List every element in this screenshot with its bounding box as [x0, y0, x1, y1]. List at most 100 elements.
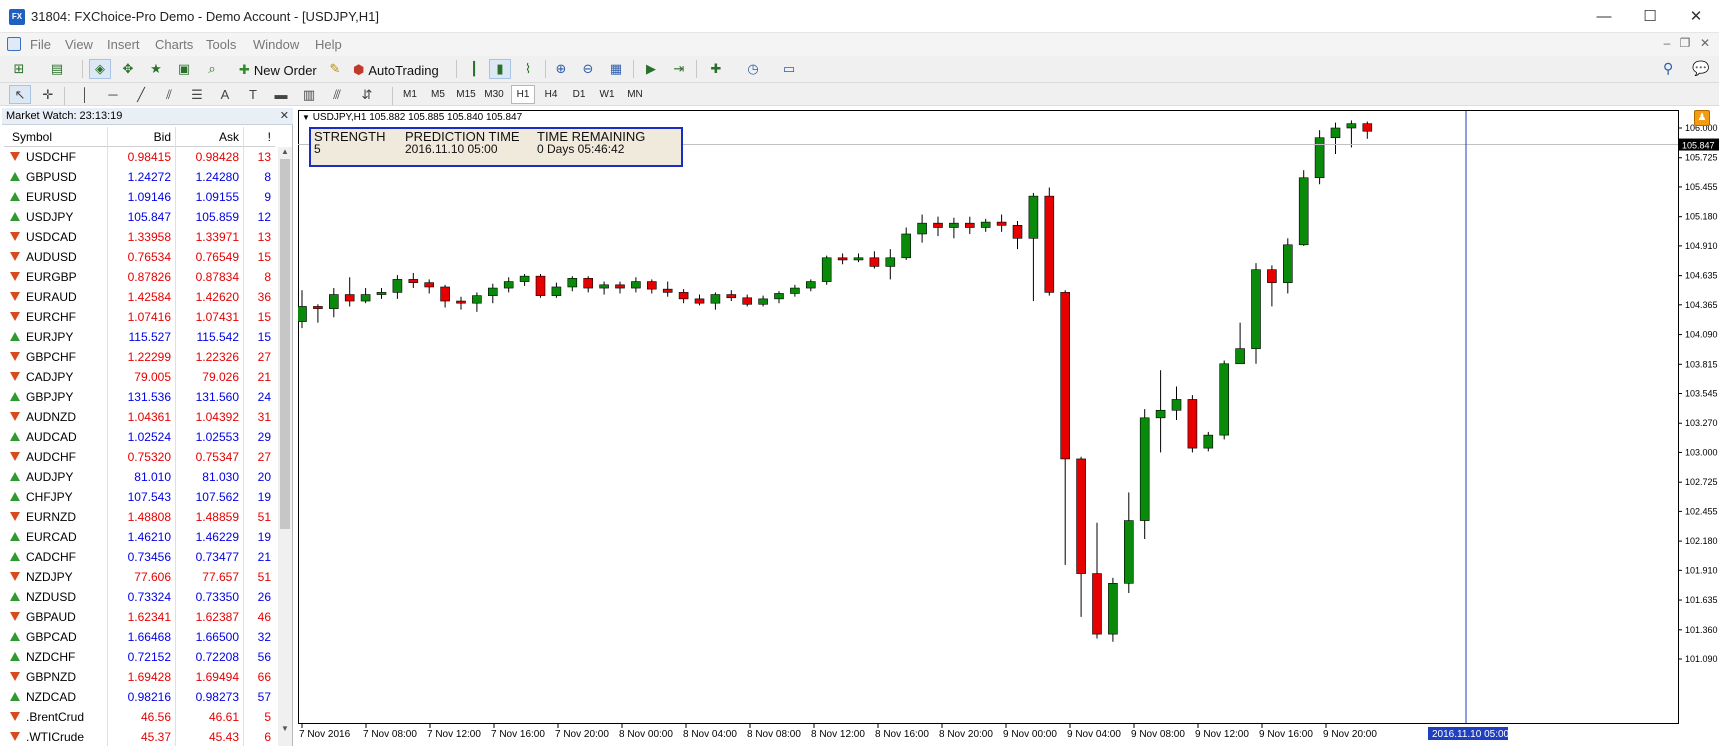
scrollbar-thumb[interactable]: [280, 159, 290, 529]
vertical-line-icon[interactable]: │: [74, 85, 96, 104]
market-watch-row[interactable]: GBPJPY 131.536 131.560 24: [4, 387, 275, 407]
market-watch-row[interactable]: EURJPY 115.527 115.542 15: [4, 327, 275, 347]
market-watch-row[interactable]: NZDUSD 0.73324 0.73350 26: [4, 587, 275, 607]
timeframe-m1[interactable]: M1: [398, 85, 422, 104]
auto-scroll-icon[interactable]: ▶: [640, 59, 662, 79]
trendline-icon[interactable]: ╱: [130, 85, 152, 104]
market-watch-row[interactable]: NZDCHF 0.72152 0.72208 56: [4, 647, 275, 667]
market-watch-row[interactable]: EURCHF 1.07416 1.07431 15: [4, 307, 275, 327]
autotrading-button[interactable]: ⬢ AutoTrading: [353, 60, 439, 80]
minimize-button[interactable]: —: [1581, 0, 1627, 33]
market-watch-row[interactable]: GBPAUD 1.62341 1.62387 46: [4, 607, 275, 627]
market-watch-row[interactable]: AUDUSD 0.76534 0.76549 15: [4, 247, 275, 267]
timeframe-d1[interactable]: D1: [567, 85, 591, 104]
market-watch-row[interactable]: USDCHF 0.98415 0.98428 13: [4, 147, 275, 167]
market-watch-row[interactable]: CADJPY 79.005 79.026 21: [4, 367, 275, 387]
timeframe-m15[interactable]: M15: [454, 85, 478, 104]
mdi-restore-icon[interactable]: ❐: [1676, 36, 1694, 50]
profiles-icon[interactable]: ▤: [46, 59, 68, 79]
market-watch-row[interactable]: .BrentCrud 46.56 46.61 5: [4, 707, 275, 727]
horizontal-line-icon[interactable]: ─: [102, 85, 124, 104]
trade-alert-icon[interactable]: ♟: [1694, 110, 1710, 126]
column-bid[interactable]: Bid: [108, 127, 176, 147]
arrows-icon[interactable]: ⇵: [356, 85, 378, 104]
scroll-down-icon[interactable]: ▼: [278, 724, 292, 736]
mdi-close-icon[interactable]: ✕: [1696, 36, 1714, 50]
chart-window-icon[interactable]: [7, 37, 21, 51]
zoom-out-icon[interactable]: ⊖: [577, 59, 599, 79]
gann-icon[interactable]: ▥: [298, 85, 320, 104]
market-watch-row[interactable]: AUDNZD 1.04361 1.04392 31: [4, 407, 275, 427]
market-watch-scrollbar[interactable]: ▲ ▼: [278, 147, 292, 746]
templates-icon[interactable]: ▭: [778, 59, 800, 79]
market-watch-row[interactable]: CHFJPY 107.543 107.562 19: [4, 487, 275, 507]
market-watch-row[interactable]: GBPCAD 1.66468 1.66500 32: [4, 627, 275, 647]
chart-dropdown-icon[interactable]: ▼: [302, 113, 310, 122]
market-watch-row[interactable]: EURUSD 1.09146 1.09155 9: [4, 187, 275, 207]
crosshair-icon[interactable]: ✛: [37, 85, 59, 104]
market-watch-icon[interactable]: ◈: [89, 59, 111, 79]
new-chart-icon[interactable]: ⊞: [8, 59, 30, 79]
market-watch-close-icon[interactable]: ✕: [280, 109, 289, 122]
market-watch-row[interactable]: CADCHF 0.73456 0.73477 21: [4, 547, 275, 567]
market-watch-row[interactable]: NZDJPY 77.606 77.657 51: [4, 567, 275, 587]
tile-windows-icon[interactable]: ▦: [605, 59, 627, 79]
close-button[interactable]: ✕: [1673, 0, 1719, 33]
market-watch-row[interactable]: GBPUSD 1.24272 1.24280 8: [4, 167, 275, 187]
channel-icon[interactable]: ⫽: [158, 85, 180, 104]
new-order-button[interactable]: ✚ New Order: [239, 60, 317, 80]
market-watch-row[interactable]: AUDCAD 1.02524 1.02553 29: [4, 427, 275, 447]
market-watch-row[interactable]: NZDCAD 0.98216 0.98273 57: [4, 687, 275, 707]
column-ask[interactable]: Ask: [176, 127, 244, 147]
market-watch-row[interactable]: GBPNZD 1.69428 1.69494 66: [4, 667, 275, 687]
menu-tools[interactable]: Tools: [206, 37, 236, 52]
terminal-icon[interactable]: ▣: [173, 59, 195, 79]
periods-icon[interactable]: ◷: [742, 59, 764, 79]
market-watch-row[interactable]: EURAUD 1.42584 1.42620 36: [4, 287, 275, 307]
market-watch-row[interactable]: EURCAD 1.46210 1.46229 19: [4, 527, 275, 547]
chart-canvas[interactable]: 106.000105.725105.455105.180104.910104.6…: [298, 110, 1719, 746]
menu-file[interactable]: File: [30, 37, 51, 52]
line-chart-icon[interactable]: ⌇: [517, 59, 539, 79]
chat-icon[interactable]: 💬: [1692, 60, 1709, 77]
bar-chart-icon[interactable]: ┃: [463, 59, 485, 79]
rectangle-icon[interactable]: ▬: [270, 85, 292, 104]
market-watch-row[interactable]: GBPCHF 1.22299 1.22326 27: [4, 347, 275, 367]
timeframe-mn[interactable]: MN: [623, 85, 647, 104]
navigator-icon[interactable]: ★: [145, 59, 167, 79]
menu-insert[interactable]: Insert: [107, 37, 140, 52]
indicators-icon[interactable]: ✚: [705, 59, 727, 79]
column-spread[interactable]: !: [244, 127, 274, 147]
maximize-button[interactable]: ☐: [1627, 0, 1673, 33]
mdi-minimize-icon[interactable]: ‒: [1658, 36, 1676, 50]
market-watch-row[interactable]: AUDJPY 81.010 81.030 20: [4, 467, 275, 487]
menu-help[interactable]: Help: [315, 37, 342, 52]
chart-window[interactable]: 106.000 105.725 105.455 105.180 104.910 104.6…: [298, 110, 1719, 746]
text-icon[interactable]: A: [214, 85, 236, 104]
menu-view[interactable]: View: [65, 37, 93, 52]
timeframe-w1[interactable]: W1: [595, 85, 619, 104]
cursor-icon[interactable]: ↖: [9, 85, 31, 104]
column-symbol[interactable]: Symbol: [4, 127, 108, 147]
strategy-tester-icon[interactable]: ⌕: [201, 59, 223, 79]
market-watch-row[interactable]: .WTICrude 45.37 45.43 6: [4, 727, 275, 746]
market-watch-row[interactable]: EURGBP 0.87826 0.87834 8: [4, 267, 275, 287]
menu-charts[interactable]: Charts: [155, 37, 193, 52]
timeframe-m5[interactable]: M5: [426, 85, 450, 104]
market-watch-row[interactable]: USDJPY 105.847 105.859 12: [4, 207, 275, 227]
pitchfork-icon[interactable]: ⫻: [326, 85, 348, 104]
menu-window[interactable]: Window: [253, 37, 299, 52]
market-watch-row[interactable]: EURNZD 1.48808 1.48859 51: [4, 507, 275, 527]
timeframe-h4[interactable]: H4: [539, 85, 563, 104]
search-icon[interactable]: ⚲: [1663, 60, 1673, 77]
market-watch-row[interactable]: USDCAD 1.33958 1.33971 13: [4, 227, 275, 247]
scroll-up-icon[interactable]: ▲: [278, 147, 292, 159]
metaeditor-icon[interactable]: ✎: [324, 59, 346, 79]
data-window-icon[interactable]: ✥: [117, 59, 139, 79]
candlestick-icon[interactable]: ▮: [489, 59, 511, 79]
timeframe-h1[interactable]: H1: [511, 85, 535, 104]
fibonacci-icon[interactable]: ☰: [186, 85, 208, 104]
timeframe-m30[interactable]: M30: [482, 85, 506, 104]
zoom-in-icon[interactable]: ⊕: [550, 59, 572, 79]
market-watch-row[interactable]: AUDCHF 0.75320 0.75347 27: [4, 447, 275, 467]
